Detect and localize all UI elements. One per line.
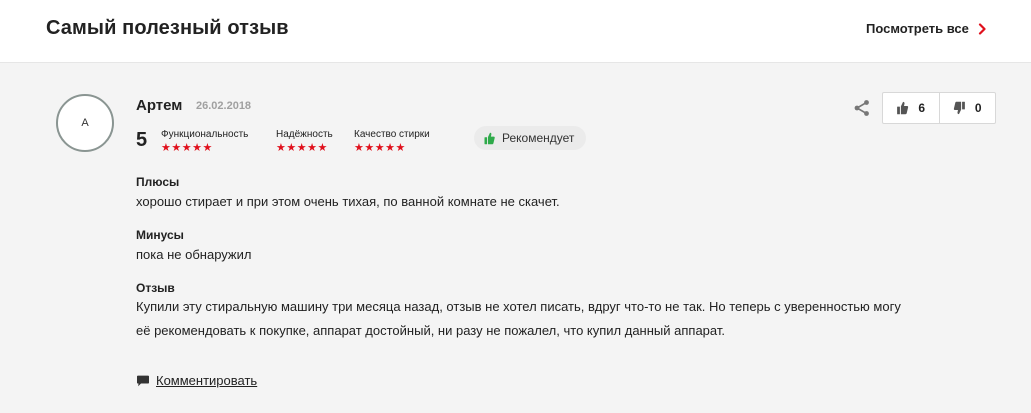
rating-stars: ★★★★★ — [354, 142, 406, 154]
section-header: Самый полезный отзыв Посмотреть все — [0, 0, 1031, 62]
rating-wash-quality: Качество стирки ★★★★★ — [354, 129, 430, 154]
review-date: 26.02.2018 — [196, 100, 252, 112]
recommend-badge: Рекомендует — [474, 126, 587, 150]
thumbs-up-icon — [897, 101, 909, 115]
review-body-title: Отзыв — [136, 281, 175, 295]
avatar: А — [56, 94, 114, 152]
comment-link[interactable]: Комментировать — [136, 373, 257, 388]
vote-buttons: 6 0 — [882, 92, 996, 124]
thumbs-down-icon — [953, 101, 965, 115]
recommend-label: Рекомендует — [502, 131, 575, 145]
overall-score: 5 — [136, 129, 148, 151]
rating-stars: ★★★★★ — [161, 142, 213, 154]
comment-label: Комментировать — [156, 373, 258, 388]
thumbs-up-icon — [484, 132, 495, 144]
chevron-right-icon — [978, 22, 986, 35]
rating-stars: ★★★★★ — [276, 142, 328, 154]
share-icon[interactable] — [853, 99, 871, 117]
pros-title: Плюсы — [136, 175, 180, 189]
review-card: А Артем 26.02.2018 5 Функциональность ★★… — [0, 62, 1031, 413]
dislike-count: 0 — [974, 101, 982, 115]
rating-functionality: Функциональность ★★★★★ — [161, 129, 248, 154]
dislike-button[interactable]: 0 — [938, 93, 996, 123]
like-button[interactable]: 6 — [883, 93, 939, 123]
review-author: Артем — [136, 97, 183, 114]
cons-text: пока не обнаружил — [136, 247, 252, 262]
like-count: 6 — [918, 101, 926, 115]
cons-title: Минусы — [136, 228, 184, 242]
rating-label: Надёжность — [276, 129, 333, 140]
pros-text: хорошо стирает и при этом очень тихая, п… — [136, 194, 560, 209]
rating-label: Функциональность — [161, 129, 249, 140]
see-all-link[interactable]: Посмотреть все — [866, 21, 987, 36]
section-title: Самый полезный отзыв — [46, 17, 289, 39]
review-body-text: Купили эту стиральную машину три месяца … — [136, 299, 901, 338]
rating-label: Качество стирки — [354, 129, 430, 140]
comment-icon — [137, 375, 149, 386]
rating-reliability: Надёжность ★★★★★ — [276, 129, 333, 154]
see-all-label: Посмотреть все — [866, 21, 969, 36]
